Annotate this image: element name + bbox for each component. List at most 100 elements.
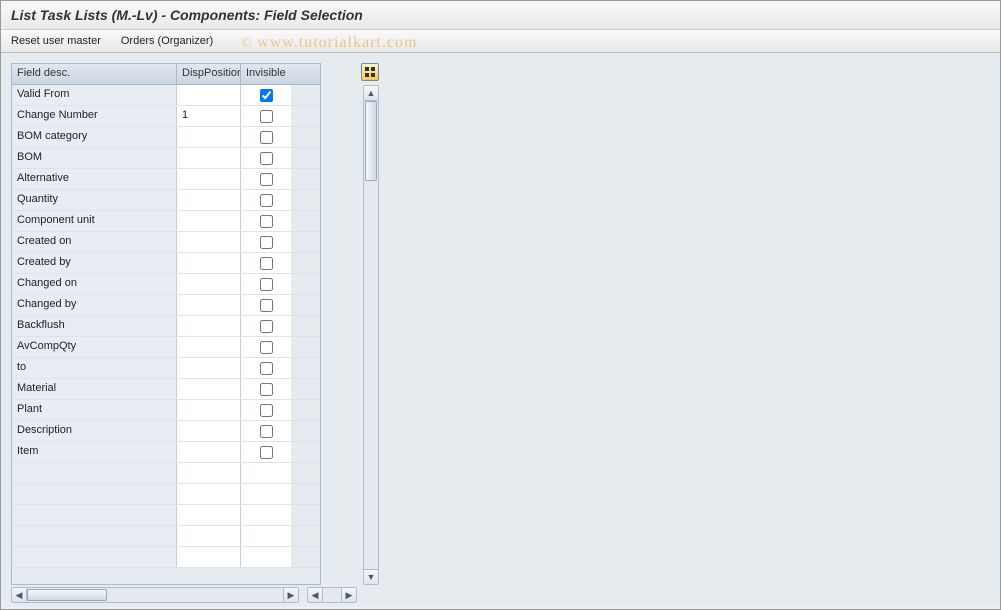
table-row[interactable]: Description (12, 421, 320, 442)
cell-disp-position[interactable] (177, 379, 241, 399)
vertical-scroll-thumb[interactable] (365, 101, 377, 181)
table-row[interactable]: to (12, 358, 320, 379)
invisible-checkbox[interactable] (260, 89, 273, 102)
cell-disp-position[interactable] (177, 358, 241, 378)
table-row[interactable]: Backflush (12, 316, 320, 337)
reset-user-master-button[interactable]: Reset user master (11, 35, 101, 47)
cell-disp-position[interactable] (177, 127, 241, 147)
toolbar: Reset user master Orders (Organizer) (1, 30, 1000, 53)
table-row[interactable]: BOM category (12, 127, 320, 148)
cell-disp-position[interactable] (177, 211, 241, 231)
table-row[interactable]: Created on (12, 232, 320, 253)
cell-disp-position[interactable] (177, 148, 241, 168)
invisible-checkbox[interactable] (260, 341, 273, 354)
scroll-down-arrow-icon[interactable]: ▼ (364, 569, 378, 584)
invisible-checkbox[interactable] (260, 278, 273, 291)
scroll-up-arrow-icon[interactable]: ▲ (364, 86, 378, 101)
scroll-left-arrow-icon[interactable]: ◀ (12, 588, 27, 602)
cell-field-desc: Valid From (12, 85, 177, 105)
invisible-checkbox[interactable] (260, 257, 273, 270)
invisible-checkbox[interactable] (260, 404, 273, 417)
scroll-left-arrow-secondary-icon[interactable]: ◀ (308, 588, 323, 602)
invisible-checkbox[interactable] (260, 383, 273, 396)
cell-invisible (241, 274, 291, 294)
table-row[interactable]: Created by (12, 253, 320, 274)
cell-disp-position[interactable] (177, 337, 241, 357)
horizontal-scroll-track-secondary[interactable] (323, 588, 341, 602)
vertical-scrollbar[interactable]: ▲ ▼ (363, 85, 379, 585)
cell-disp-position[interactable] (177, 253, 241, 273)
column-header-field-desc[interactable]: Field desc. (12, 64, 177, 84)
cell-field-desc: to (12, 358, 177, 378)
cell-disp-position[interactable] (177, 232, 241, 252)
column-header-invisible[interactable]: Invisible (241, 64, 291, 84)
cell-invisible (241, 379, 291, 399)
cell-invisible (241, 211, 291, 231)
invisible-checkbox[interactable] (260, 236, 273, 249)
invisible-checkbox[interactable] (260, 194, 273, 207)
cell-disp-position[interactable] (177, 421, 241, 441)
cell-empty (177, 484, 241, 504)
cell-field-desc: Created by (12, 253, 177, 273)
table-row[interactable]: Plant (12, 400, 320, 421)
table-row-empty (12, 547, 320, 568)
invisible-checkbox[interactable] (260, 110, 273, 123)
scroll-right-arrow-secondary-icon[interactable]: ▶ (341, 588, 356, 602)
invisible-checkbox[interactable] (260, 152, 273, 165)
invisible-checkbox[interactable] (260, 215, 273, 228)
cell-disp-position[interactable] (177, 295, 241, 315)
invisible-checkbox[interactable] (260, 299, 273, 312)
cell-invisible (241, 85, 291, 105)
table-row-empty (12, 463, 320, 484)
table-row[interactable]: Valid From (12, 85, 320, 106)
table-row[interactable]: Changed on (12, 274, 320, 295)
table-row[interactable]: Change Number1 (12, 106, 320, 127)
cell-invisible (241, 421, 291, 441)
invisible-checkbox[interactable] (260, 446, 273, 459)
table-row[interactable]: Quantity (12, 190, 320, 211)
scroll-right-arrow-icon[interactable]: ▶ (283, 588, 298, 602)
column-header-disp-position[interactable]: DispPosition (177, 64, 241, 84)
cell-disp-position[interactable] (177, 274, 241, 294)
cell-invisible (241, 253, 291, 273)
table-row[interactable]: Item (12, 442, 320, 463)
orders-organizer-button[interactable]: Orders (Organizer) (121, 35, 213, 47)
horizontal-scrollbar[interactable]: ◀ ▶ (11, 587, 299, 603)
table-row[interactable]: BOM (12, 148, 320, 169)
cell-empty (12, 505, 177, 525)
cell-invisible (241, 127, 291, 147)
table-row-empty (12, 484, 320, 505)
table-body: Valid FromChange Number1BOM categoryBOMA… (12, 85, 320, 584)
cell-disp-position[interactable] (177, 400, 241, 420)
cell-field-desc: BOM category (12, 127, 177, 147)
cell-empty (12, 547, 177, 567)
vertical-scroll-track[interactable] (364, 101, 378, 569)
cell-empty (177, 526, 241, 546)
invisible-checkbox[interactable] (260, 425, 273, 438)
table-row[interactable]: Alternative (12, 169, 320, 190)
table-row[interactable]: Changed by (12, 295, 320, 316)
cell-disp-position[interactable] (177, 442, 241, 462)
cell-disp-position[interactable]: 1 (177, 106, 241, 126)
horizontal-scroll-thumb[interactable] (27, 589, 107, 601)
cell-disp-position[interactable] (177, 316, 241, 336)
cell-disp-position[interactable] (177, 169, 241, 189)
table-settings-button[interactable] (361, 63, 379, 81)
table-row[interactable]: AvCompQty (12, 337, 320, 358)
cell-invisible (241, 442, 291, 462)
invisible-checkbox[interactable] (260, 131, 273, 144)
invisible-checkbox[interactable] (260, 362, 273, 375)
table-row[interactable]: Component unit (12, 211, 320, 232)
cell-empty (241, 547, 291, 567)
cell-field-desc: Changed by (12, 295, 177, 315)
cell-disp-position[interactable] (177, 190, 241, 210)
invisible-checkbox[interactable] (260, 173, 273, 186)
field-selection-table-panel: Field desc. DispPosition Invisible Valid… (11, 63, 379, 603)
table-row[interactable]: Material (12, 379, 320, 400)
content-area: Field desc. DispPosition Invisible Valid… (1, 53, 1000, 607)
horizontal-scroll-track[interactable] (27, 588, 283, 602)
invisible-checkbox[interactable] (260, 320, 273, 333)
page-title: List Task Lists (M.-Lv) - Components: Fi… (11, 7, 990, 23)
horizontal-scrollbar-secondary[interactable]: ◀ ▶ (307, 587, 357, 603)
cell-disp-position[interactable] (177, 85, 241, 105)
